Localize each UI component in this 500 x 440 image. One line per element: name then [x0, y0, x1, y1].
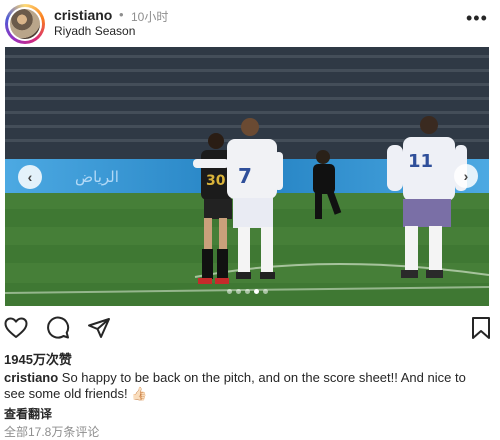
- caption-username[interactable]: cristiano: [4, 370, 58, 385]
- caption: cristiano So happy to be back on the pit…: [4, 370, 488, 402]
- post-actions: [0, 314, 500, 342]
- next-slide-button[interactable]: ›: [454, 164, 478, 188]
- avatar-story-ring[interactable]: [5, 4, 45, 44]
- more-options-icon[interactable]: •••: [466, 8, 488, 29]
- avatar[interactable]: [8, 7, 42, 41]
- carousel-indicator: [227, 289, 268, 295]
- carousel-dot-active: [254, 289, 259, 294]
- banner-text: الرياض: [75, 168, 119, 186]
- separator-dot: •: [119, 7, 124, 22]
- photo-scene: الرياض 30 7 11: [5, 47, 489, 306]
- share-icon[interactable]: [87, 316, 111, 340]
- carousel-dot: [236, 289, 241, 294]
- carousel-dot: [245, 289, 250, 294]
- likes-count[interactable]: 1945万次赞: [4, 349, 72, 368]
- see-translation-link[interactable]: 查看翻译: [4, 405, 52, 422]
- location-link[interactable]: Riyadh Season: [54, 24, 135, 38]
- username[interactable]: cristiano: [54, 7, 112, 23]
- previous-slide-button[interactable]: ‹: [18, 165, 42, 189]
- carousel-dot: [227, 289, 232, 294]
- post-photo[interactable]: الرياض 30 7 11 ‹ ›: [5, 47, 489, 306]
- right-number: 11: [408, 151, 433, 172]
- caption-text: So happy to be back on the pitch, and on…: [4, 370, 466, 401]
- post-header: cristiano • 10小时 Riyadh Season •••: [0, 0, 500, 44]
- dark-kit-number: 30: [206, 173, 226, 189]
- carousel-dot: [263, 289, 268, 294]
- bookmark-icon[interactable]: [470, 316, 492, 340]
- post-time: 10小时: [131, 10, 169, 24]
- heart-icon[interactable]: [4, 316, 28, 340]
- view-all-comments-link[interactable]: 全部17.8万条评论: [4, 423, 99, 440]
- center-number: 7: [238, 164, 252, 188]
- comment-icon[interactable]: [46, 316, 70, 340]
